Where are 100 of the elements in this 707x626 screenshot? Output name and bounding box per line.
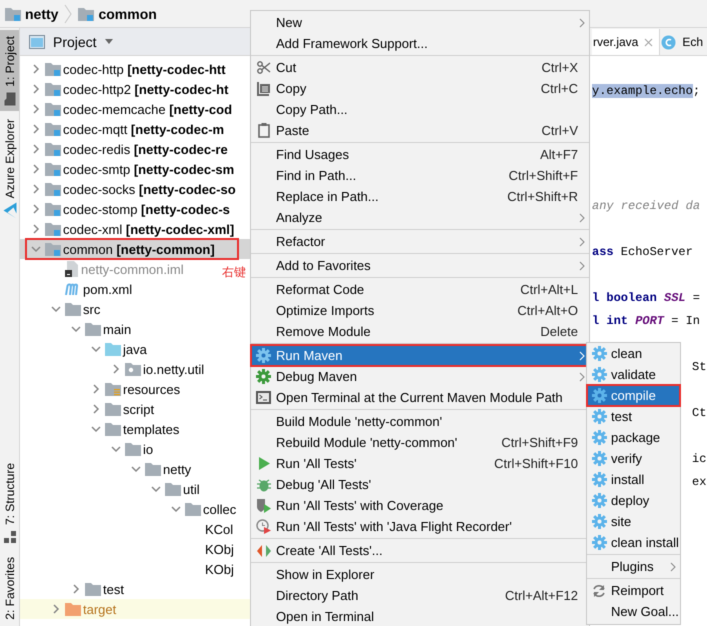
tree-item-label[interactable]: codec-stomp [netty-codec-s	[63, 202, 230, 216]
code-text: = In	[671, 314, 700, 328]
gear-icon	[256, 348, 271, 363]
tree-item-label[interactable]: target	[83, 602, 116, 616]
menu-item[interactable]: New Goal...	[587, 601, 680, 622]
menu-item[interactable]: Paste Ctrl+V	[251, 120, 589, 141]
tree-item-label[interactable]: KObj	[205, 562, 234, 576]
close-icon[interactable]	[644, 38, 654, 46]
shortcut-text: Ctrl+Alt+F12	[505, 588, 578, 603]
module-folder-icon	[45, 222, 61, 236]
shortcut-text: Alt+F7	[540, 147, 578, 162]
tree-item-label[interactable]: test	[103, 582, 124, 596]
tool-window-tab[interactable]: Azure Explorer	[0, 112, 19, 224]
gear-icon	[256, 369, 271, 384]
folder-icon	[145, 462, 161, 476]
shortcut-text: Ctrl+C	[540, 81, 578, 96]
tree-item-label[interactable]: java	[123, 342, 147, 356]
menu-item[interactable]: deploy	[587, 490, 680, 511]
dropdown-icon[interactable]	[104, 39, 113, 44]
gear-icon	[592, 451, 606, 466]
folder-icon	[105, 422, 121, 436]
editor-tab[interactable]: rver.java	[592, 29, 660, 55]
tree-item-label[interactable]: netty	[163, 462, 192, 476]
module-folder-icon	[45, 242, 61, 256]
menu-item[interactable]: New	[251, 12, 589, 33]
menu-item[interactable]: clean install	[587, 532, 680, 553]
structure-icon	[4, 531, 16, 544]
editor-tab[interactable]: Ech	[660, 29, 707, 55]
menu-item[interactable]: Run 'All Tests' with 'Java Flight Recorder'	[251, 516, 589, 537]
breadcrumb-item[interactable]: common	[98, 6, 157, 22]
shortcut-text: Ctrl+X	[542, 60, 578, 75]
menu-item[interactable]: Reimport	[587, 580, 680, 601]
menu-item[interactable]: clean	[587, 343, 680, 364]
module-folder-icon	[45, 162, 61, 176]
refresh-icon	[592, 584, 606, 598]
gear-icon	[592, 388, 606, 403]
tree-item-label[interactable]: codec-xml [netty-codec-xml]	[63, 222, 234, 236]
menu-item[interactable]: test	[587, 406, 680, 427]
tree-item-label[interactable]: main	[103, 322, 132, 336]
tree-item-label[interactable]: util	[183, 482, 200, 496]
tree-item-label[interactable]: common [netty-common]	[63, 242, 215, 256]
tree-item-label[interactable]: codec-mqtt [netty-codec-m	[63, 122, 224, 136]
folder-icon	[85, 322, 101, 336]
code-text: PORT	[635, 314, 664, 328]
code-text: any received da	[592, 199, 700, 213]
code-text: =	[692, 291, 700, 305]
code-text: SSL	[664, 291, 686, 305]
code-text: EchoServer	[620, 245, 693, 259]
menu-item[interactable]: Refactor	[251, 231, 589, 252]
menu-item[interactable]: Create 'All Tests'...	[251, 540, 589, 561]
shortcut-text: Ctrl+Shift+F9	[501, 435, 578, 450]
tree-item-label[interactable]: src	[83, 302, 100, 316]
folder-icon	[185, 502, 201, 516]
code-text: l int	[592, 314, 628, 328]
menu-item[interactable]: Plugins	[587, 556, 680, 577]
gear-icon	[592, 514, 606, 529]
shortcut-text: Ctrl+Alt+O	[517, 303, 578, 318]
menu-item[interactable]: Run Maven	[251, 345, 589, 366]
menu-item[interactable]: compile	[587, 385, 680, 406]
code-text: l boolean	[592, 291, 657, 305]
shortcut-text: Ctrl+V	[542, 123, 578, 138]
tree-item-label[interactable]: io	[143, 442, 154, 456]
tree-item-label[interactable]: codec-memcache [netty-cod	[63, 102, 232, 116]
menu-item[interactable]: install	[587, 469, 680, 490]
tool-window-tab[interactable]: 2: Favorites	[0, 551, 19, 626]
menu-item[interactable]: Add to Favorites	[251, 255, 589, 276]
tree-item-label[interactable]: KCol	[205, 522, 234, 536]
class-icon	[661, 34, 676, 50]
tree-item-label[interactable]: netty-common.iml	[81, 262, 184, 276]
tree-item-label[interactable]: codec-smtp [netty-codec-sm	[63, 162, 234, 176]
tree-item-label[interactable]: KObj	[205, 542, 234, 556]
tree-item-label[interactable]: codec-socks [netty-codec-so	[63, 182, 236, 196]
copy-icon	[256, 82, 270, 96]
tree-item-label[interactable]: pom.xml	[83, 282, 132, 296]
tree-item-label[interactable]: collec	[203, 502, 236, 516]
panel-title[interactable]: Project	[53, 34, 97, 50]
gear-icon	[592, 346, 606, 361]
clipboard-icon	[258, 123, 270, 138]
menu-item[interactable]: Add Framework Support...	[251, 33, 589, 54]
tree-item-label[interactable]: codec-redis [netty-codec-re	[63, 142, 228, 156]
module-folder-icon	[5, 6, 21, 20]
tree-item-label[interactable]: templates	[123, 422, 180, 436]
menu-item[interactable]: site	[587, 511, 680, 532]
menu-item[interactable]: validate	[587, 364, 680, 385]
menu-item[interactable]: package	[587, 427, 680, 448]
triangle-icon	[3, 202, 16, 219]
module-folder-icon	[78, 6, 94, 20]
terminal-icon	[256, 391, 271, 404]
tree-item-label[interactable]: codec-http [netty-codec-htt	[63, 62, 226, 76]
code-text: St	[692, 360, 706, 374]
breadcrumb-item[interactable]: netty	[25, 6, 58, 22]
tree-item-label[interactable]: script	[123, 402, 154, 416]
tool-window-tab[interactable]: 1: Project	[0, 30, 19, 111]
tree-item-label[interactable]: io.netty.util	[143, 362, 204, 376]
tree-item-label[interactable]: resources	[123, 382, 180, 396]
tree-item-label[interactable]: codec-http2 [netty-codec-ht	[63, 82, 228, 96]
menu-item[interactable]: verify	[587, 448, 680, 469]
gear-icon	[592, 367, 606, 382]
coverage-icon	[256, 498, 271, 513]
tool-window-tab[interactable]: 7: Structure	[0, 457, 19, 550]
